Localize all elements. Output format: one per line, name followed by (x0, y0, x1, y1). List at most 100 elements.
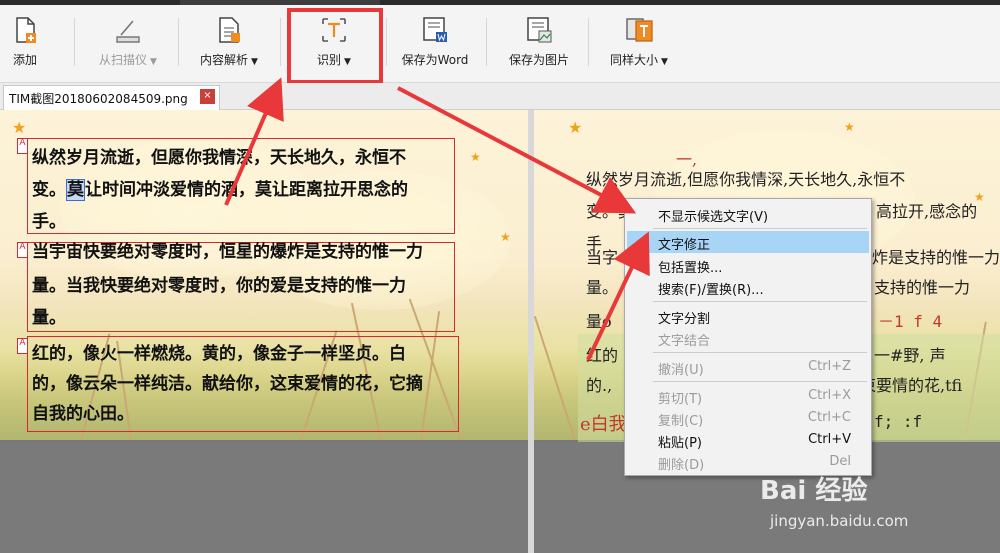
source-line: 的，像云朵一样纯洁。献给你，这束爱情的花，它摘 (32, 374, 423, 394)
menu-separator (653, 381, 867, 382)
menu-item-cut[interactable]: 剪切(T) Ctrl+X (627, 385, 869, 407)
menu-shortcut: Ctrl+X (808, 388, 851, 403)
source-line: 手。 (32, 212, 66, 232)
menu-item-merge-text[interactable]: 文字结合 (627, 327, 869, 349)
result-line[interactable]: 量o (586, 308, 612, 332)
scanner-label: 从扫描仪 (99, 53, 148, 67)
content-parse-button[interactable]: 内容解析 ▼ (194, 12, 264, 74)
menu-item-search-replace[interactable]: 搜索(F)/置换(R)... (627, 276, 869, 298)
toolbar-separator (74, 18, 75, 66)
star-icon: ★ (12, 118, 27, 137)
same-size-button[interactable]: 同样大小 ▼ (604, 12, 674, 74)
save-image-icon (527, 17, 552, 43)
result-line[interactable]: 的., (586, 372, 612, 396)
source-line-part: 让时间冲淡爱情的酒，莫让距离拉开思念的 (85, 180, 408, 200)
star-icon: ★ (844, 120, 855, 134)
menu-separator (653, 352, 867, 353)
result-line[interactable]: 高拉开,感念的 (876, 198, 977, 222)
menu-shortcut: Ctrl+V (808, 432, 851, 447)
save-word-button[interactable]: 保存为Word (394, 12, 476, 74)
scanner-caret: ▼ (150, 57, 157, 67)
title-strip (0, 0, 1000, 5)
menu-item-split-text[interactable]: 文字分割 (627, 305, 869, 327)
menu-item-label: 包括置换... (658, 261, 723, 276)
add-document-icon (16, 17, 36, 43)
toolbar-separator (386, 18, 387, 66)
menu-item-label: 复制(C) (658, 414, 704, 429)
app-window: 添加 从扫描仪 ▼ 内容解析 ▼ 识别 ▼ 保存为Word 保存为图片 同样大小… (0, 0, 1000, 553)
same-size-caret: ▼ (661, 57, 668, 67)
result-line[interactable]: －1 f 4 (878, 308, 942, 332)
result-line[interactable]: 当字 (586, 244, 618, 268)
panel-empty-area (0, 442, 528, 553)
toolbar-separator (588, 18, 589, 66)
star-icon: ★ (500, 230, 511, 244)
toolbar-separator (280, 18, 281, 66)
source-line: 变。莫让时间冲淡爱情的酒，莫让距离拉开思念的 (32, 174, 408, 206)
menu-shortcut: Ctrl+C (807, 410, 851, 425)
toolbar-separator (178, 18, 179, 66)
menu-shortcut: Ctrl+Z (808, 359, 851, 374)
menu-item-paste[interactable]: 粘贴(P) Ctrl+V (627, 429, 869, 451)
result-line[interactable]: 束要情的花,tfi (860, 372, 962, 396)
result-line[interactable]: 支持的惟一力 (874, 274, 970, 298)
add-button[interactable]: 添加 (4, 12, 46, 74)
source-line: 当宇宙快要绝对零度时，恒星的爆炸是支持的惟一力 (32, 242, 423, 262)
star-icon: ★ (568, 118, 583, 137)
watermark-url: jingyan.baidu.com (770, 512, 909, 530)
result-line[interactable]: 红的 (586, 342, 618, 366)
menu-item-label: 文字结合 (658, 334, 711, 349)
same-size-label: 同样大小 (610, 53, 659, 67)
highlighted-char: 莫 (66, 179, 85, 201)
source-line-part: 变。 (32, 180, 66, 200)
panel-splitter[interactable] (528, 110, 534, 553)
menu-separator (653, 228, 867, 229)
source-line: 红的，像火一样燃烧。黄的，像金子一样坚贞。白 (32, 344, 406, 364)
same-size-icon (626, 18, 653, 42)
source-line: 量。当我快要绝对零度时，你的爱是支持的惟一力 (32, 276, 406, 296)
source-line: 自我的心田。 (32, 404, 134, 424)
document-tab-title: TIM截图20180602084509.png (9, 92, 188, 106)
content-parse-label: 内容解析 (200, 53, 249, 67)
content-parse-icon (219, 17, 240, 43)
menu-item-label: 剪切(T) (658, 392, 703, 407)
add-label: 添加 (12, 53, 37, 67)
menu-separator (653, 301, 867, 302)
save-image-label: 保存为图片 (508, 53, 569, 67)
menu-item-label: 撤消(U) (658, 363, 704, 378)
result-line[interactable]: 炸是支持的惟一力 (872, 244, 1000, 268)
result-line[interactable]: f; :f (874, 412, 922, 431)
menu-item-label: 搜索(F)/置换(R)... (658, 283, 764, 298)
save-image-button[interactable]: 保存为图片 (502, 12, 576, 74)
menu-item-label: 文字分割 (658, 312, 711, 327)
menu-item-hide-candidates[interactable]: 不显示候选文字(V) (627, 203, 869, 225)
source-image-panel[interactable]: ★ ★ ★ A 纵然岁月流逝，但愿你我情深，天长地久，永恒不 变。莫让时间冲淡爱… (0, 110, 528, 553)
save-word-icon (423, 17, 447, 42)
menu-item-label: 删除(D) (658, 458, 705, 473)
menu-item-label: 不显示候选文字(V) (658, 210, 769, 225)
menu-item-label: 粘贴(P) (658, 436, 702, 451)
save-word-label: 保存为Word (401, 53, 469, 67)
menu-item-include-replace[interactable]: 包括置换... (627, 254, 869, 276)
menu-item-text-correction[interactable]: 文字修正 (627, 231, 869, 253)
menu-item-copy[interactable]: 复制(C) Ctrl+C (627, 407, 869, 429)
scanner-button[interactable]: 从扫描仪 ▼ (90, 12, 166, 74)
result-line[interactable]: 量。 (586, 274, 618, 298)
document-tab-bar: TIM截图20180602084509.png × (0, 83, 1000, 110)
result-line[interactable]: e白我 (580, 410, 627, 436)
document-tab[interactable]: TIM截图20180602084509.png × (3, 85, 220, 110)
toolbar: 添加 从扫描仪 ▼ 内容解析 ▼ 识别 ▼ 保存为Word 保存为图片 同样大小… (0, 0, 1000, 84)
source-line: 纵然岁月流逝，但愿你我情深，天长地久，永恒不 (32, 148, 406, 168)
context-menu: 不显示候选文字(V) 文字修正 包括置换... 搜索(F)/置换(R)... 文… (624, 198, 872, 476)
annotation-highlight-box (287, 8, 383, 84)
menu-item-label: 文字修正 (658, 238, 711, 253)
result-line[interactable]: 一#野, 声 (874, 342, 946, 366)
watermark-logo: Bai 经验 (760, 476, 868, 506)
toolbar-separator (486, 18, 487, 66)
menu-item-undo[interactable]: 撤消(U) Ctrl+Z (627, 356, 869, 378)
menu-shortcut: Del (829, 454, 851, 469)
close-icon[interactable]: × (200, 89, 215, 104)
scanner-icon (116, 20, 140, 43)
content-parse-caret: ▼ (251, 57, 258, 67)
result-line[interactable]: 纵然岁月流逝,但愿你我情深,天长地久,永恒不 (586, 166, 905, 190)
